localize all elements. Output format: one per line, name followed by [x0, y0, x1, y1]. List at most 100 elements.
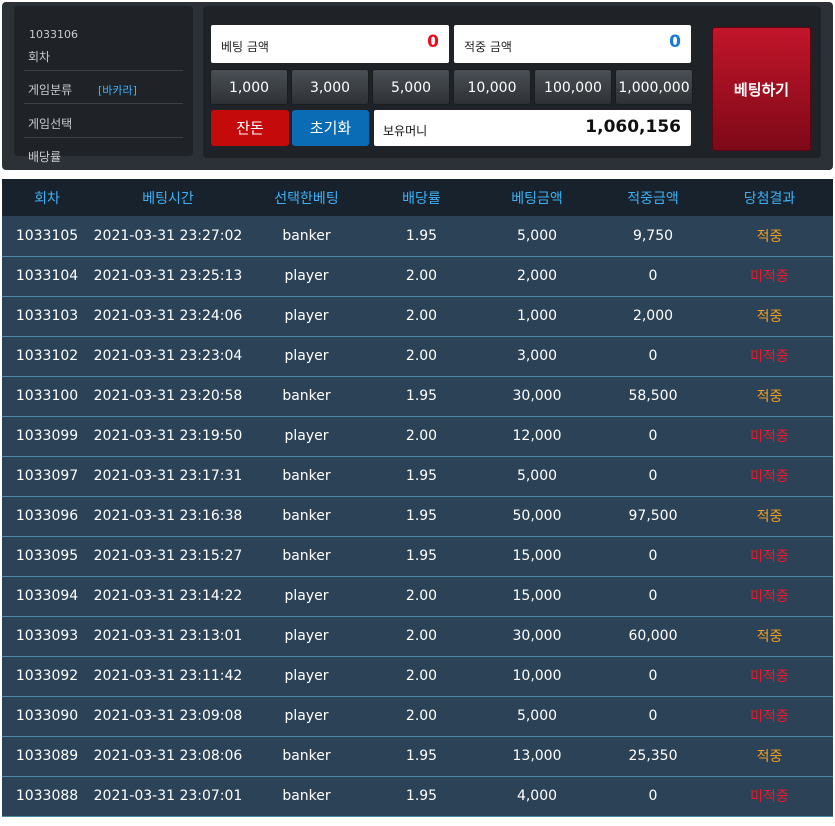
cell-win-amount: 0 — [600, 536, 706, 577]
cell-win-amount: 0 — [600, 336, 706, 377]
cell-bet-amount: 4,000 — [474, 776, 600, 817]
category-value: [바카라] — [98, 84, 137, 97]
table-row: 1033097 2021-03-31 23:17:31 banker 1.95 5,00… — [2, 456, 833, 497]
cell-selected-bet: player — [244, 296, 369, 337]
cell-odds: 1.95 — [369, 376, 474, 417]
header-odds: 배당률 — [402, 190, 441, 207]
cell-bet-amount: 50,000 — [474, 496, 600, 537]
cell-result: 미적중 — [706, 336, 833, 377]
cell-round: 1033099 — [2, 416, 92, 457]
cell-bet-amount: 3,000 — [474, 336, 600, 377]
table-row: 1033088 2021-03-31 23:07:01 banker 1.95 4,00… — [2, 776, 833, 817]
cell-bet-time: 2021-03-31 23:24:06 — [92, 296, 244, 337]
cell-bet-amount: 30,000 — [474, 616, 600, 657]
cell-odds: 2.00 — [369, 256, 474, 297]
header-win-amount: 적중금액 — [627, 190, 679, 207]
cell-win-amount: 9,750 — [600, 216, 706, 257]
cell-round: 1033093 — [2, 616, 92, 657]
chip-3000-button[interactable]: 3,000 — [291, 69, 369, 105]
cell-odds: 2.00 — [369, 416, 474, 457]
cell-result: 미적중 — [706, 656, 833, 697]
cell-bet-amount: 30,000 — [474, 376, 600, 417]
cell-result: 적중 — [706, 216, 833, 257]
cell-win-amount: 0 — [600, 696, 706, 737]
round-row: 회차 — [24, 44, 183, 71]
cell-bet-amount: 12,000 — [474, 416, 600, 457]
bet-history-table-wrap: 회차 베팅시간 선택한베팅 배당률 베팅금액 적중금액 당첨결과 1033105… — [2, 179, 833, 817]
cell-bet-amount: 5,000 — [474, 216, 600, 257]
chip-5000-button[interactable]: 5,000 — [372, 69, 450, 105]
cell-bet-amount: 15,000 — [474, 576, 600, 617]
table-row: 1033104 2021-03-31 23:25:13 player 2.00 2,00… — [2, 256, 833, 297]
cell-selected-bet: player — [244, 656, 369, 697]
chip-1000000-button[interactable]: 1,000,000 — [615, 69, 693, 105]
header-result: 당첨결과 — [743, 190, 796, 207]
game-select-row: 게임선택 — [24, 104, 183, 138]
cell-round: 1033104 — [2, 256, 92, 297]
balance-label: 보유머니 — [383, 124, 428, 138]
cell-bet-time: 2021-03-31 23:08:06 — [92, 736, 244, 777]
category-label: 게임분류 — [28, 83, 73, 97]
cell-bet-time: 2021-03-31 23:14:22 — [92, 576, 244, 617]
cell-bet-time: 2021-03-31 23:07:01 — [92, 776, 244, 817]
cell-bet-time: 2021-03-31 23:19:50 — [92, 416, 244, 457]
chip-1000-button[interactable]: 1,000 — [210, 69, 288, 105]
cell-odds: 2.00 — [369, 616, 474, 657]
cell-odds: 2.00 — [369, 696, 474, 737]
cell-selected-bet: player — [244, 336, 369, 377]
cell-win-amount: 0 — [600, 456, 706, 497]
cell-odds: 2.00 — [369, 656, 474, 697]
chip-10000-button[interactable]: 10,000 — [453, 69, 531, 105]
cell-round: 1033089 — [2, 736, 92, 777]
odds-label: 배당률 — [28, 150, 62, 164]
place-bet-button[interactable]: 베팅하기 — [712, 27, 811, 151]
cell-result: 미적중 — [706, 696, 833, 737]
cell-result: 미적중 — [706, 536, 833, 577]
table-body: 1033105 2021-03-31 23:27:02 banker 1.95 5,00… — [2, 216, 833, 817]
reset-button[interactable]: 초기화 — [292, 110, 369, 146]
cell-win-amount: 97,500 — [600, 496, 706, 537]
cell-bet-amount: 10,000 — [474, 656, 600, 697]
cell-odds: 1.95 — [369, 776, 474, 817]
table-header-row: 회차 베팅시간 선택한베팅 배당률 베팅금액 적중금액 당첨결과 — [2, 179, 833, 216]
cell-bet-time: 2021-03-31 23:23:04 — [92, 336, 244, 377]
cell-bet-amount: 5,000 — [474, 696, 600, 737]
table-row: 1033095 2021-03-31 23:15:27 banker 1.95 15,0… — [2, 536, 833, 577]
cell-selected-bet: banker — [244, 776, 369, 817]
cell-odds: 2.00 — [369, 336, 474, 377]
cell-odds: 1.95 — [369, 456, 474, 497]
cell-win-amount: 0 — [600, 256, 706, 297]
cell-round: 1033090 — [2, 696, 92, 737]
cell-result: 적중 — [706, 376, 833, 417]
bet-amount-box: 베팅 금액 0 — [211, 25, 449, 63]
cell-selected-bet: player — [244, 616, 369, 657]
cell-round: 1033102 — [2, 336, 92, 377]
table-row: 1033093 2021-03-31 23:13:01 player 2.00 30,0… — [2, 616, 833, 657]
game-info-panel: 1033106 회차 게임분류 [바카라] 게임선택 배당률 — [14, 6, 193, 164]
table-row: 1033100 2021-03-31 23:20:58 banker 1.95 30,0… — [2, 376, 833, 417]
cell-round: 1033094 — [2, 576, 92, 617]
cell-selected-bet: banker — [244, 456, 369, 497]
cell-result: 미적중 — [706, 256, 833, 297]
bet-amount-value: 0 — [427, 32, 439, 52]
odds-row: 배당률 — [24, 138, 183, 172]
cell-win-amount: 2,000 — [600, 296, 706, 337]
cell-result: 적중 — [706, 616, 833, 657]
table-row: 1033099 2021-03-31 23:19:50 player 2.00 12,0… — [2, 416, 833, 457]
cell-round: 1033092 — [2, 656, 92, 697]
bet-amount-label: 베팅 금액 — [221, 40, 269, 54]
cell-bet-amount: 13,000 — [474, 736, 600, 777]
table-row: 1033105 2021-03-31 23:27:02 banker 1.95 5,00… — [2, 216, 833, 257]
cell-round: 1033095 — [2, 536, 92, 577]
cell-round: 1033103 — [2, 296, 92, 337]
cell-win-amount: 25,350 — [600, 736, 706, 777]
chip-100000-button[interactable]: 100,000 — [534, 69, 612, 105]
cell-win-amount: 0 — [600, 656, 706, 697]
cell-odds: 2.00 — [369, 296, 474, 337]
cell-win-amount: 58,500 — [600, 376, 706, 417]
cell-bet-time: 2021-03-31 23:16:38 — [92, 496, 244, 537]
balance-all-in-button[interactable]: 잔돈 — [211, 110, 289, 146]
cell-odds: 1.95 — [369, 736, 474, 777]
header-round: 회차 — [34, 190, 60, 207]
cell-win-amount: 0 — [600, 576, 706, 617]
